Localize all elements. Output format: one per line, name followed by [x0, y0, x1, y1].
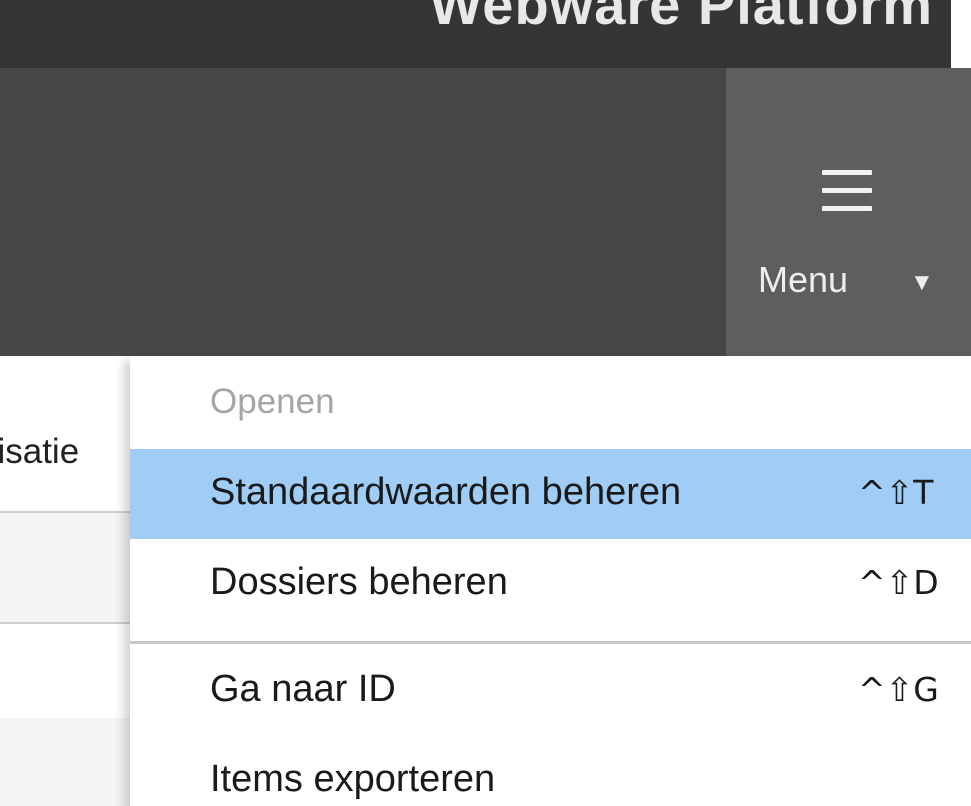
- hamburger-icon[interactable]: [822, 168, 872, 216]
- menu-item-dossiers-beheren[interactable]: Dossiers beheren ^⇧D: [130, 539, 971, 629]
- menu-item-shortcut: ^⇧D: [858, 563, 939, 602]
- app-title: Webware Platform: [429, 0, 933, 36]
- menu-item-shortcut: ^⇧T: [858, 473, 934, 512]
- background-label-text: nisatie: [0, 432, 80, 471]
- background-field[interactable]: [0, 513, 140, 622]
- menu-item-shortcut: ^⇧G: [858, 670, 939, 709]
- menu-item-label: Dossiers beheren: [210, 561, 508, 603]
- page: Webware Platform Menu ▼ nisatie Openen S…: [0, 0, 971, 806]
- caret-down-icon[interactable]: ▼: [910, 269, 934, 297]
- section-label-openen: Openen: [210, 382, 335, 421]
- menu-item-items-exporteren[interactable]: Items exporteren: [130, 736, 971, 806]
- background-field[interactable]: [0, 718, 140, 806]
- menu-item-label: Standaardwaarden beheren: [210, 471, 682, 513]
- menu-item-ga-naar-id[interactable]: Ga naar ID ^⇧G: [130, 646, 971, 736]
- menu-item-standaardwaarden-beheren[interactable]: Standaardwaarden beheren ^⇧T: [130, 449, 971, 539]
- top-right-gap: [951, 0, 971, 68]
- menu-item-label: Items exporteren: [210, 758, 496, 800]
- background-label: nisatie: [0, 432, 140, 472]
- background-divider: [0, 622, 140, 624]
- menu-separator: [130, 641, 971, 644]
- header-bar: [0, 68, 726, 356]
- menu-dropdown: Openen Standaardwaarden beheren ^⇧T Doss…: [130, 356, 971, 806]
- menu-label[interactable]: Menu: [758, 259, 848, 301]
- menu-item-label: Ga naar ID: [210, 668, 396, 710]
- top-title-bar: Webware Platform: [0, 0, 951, 68]
